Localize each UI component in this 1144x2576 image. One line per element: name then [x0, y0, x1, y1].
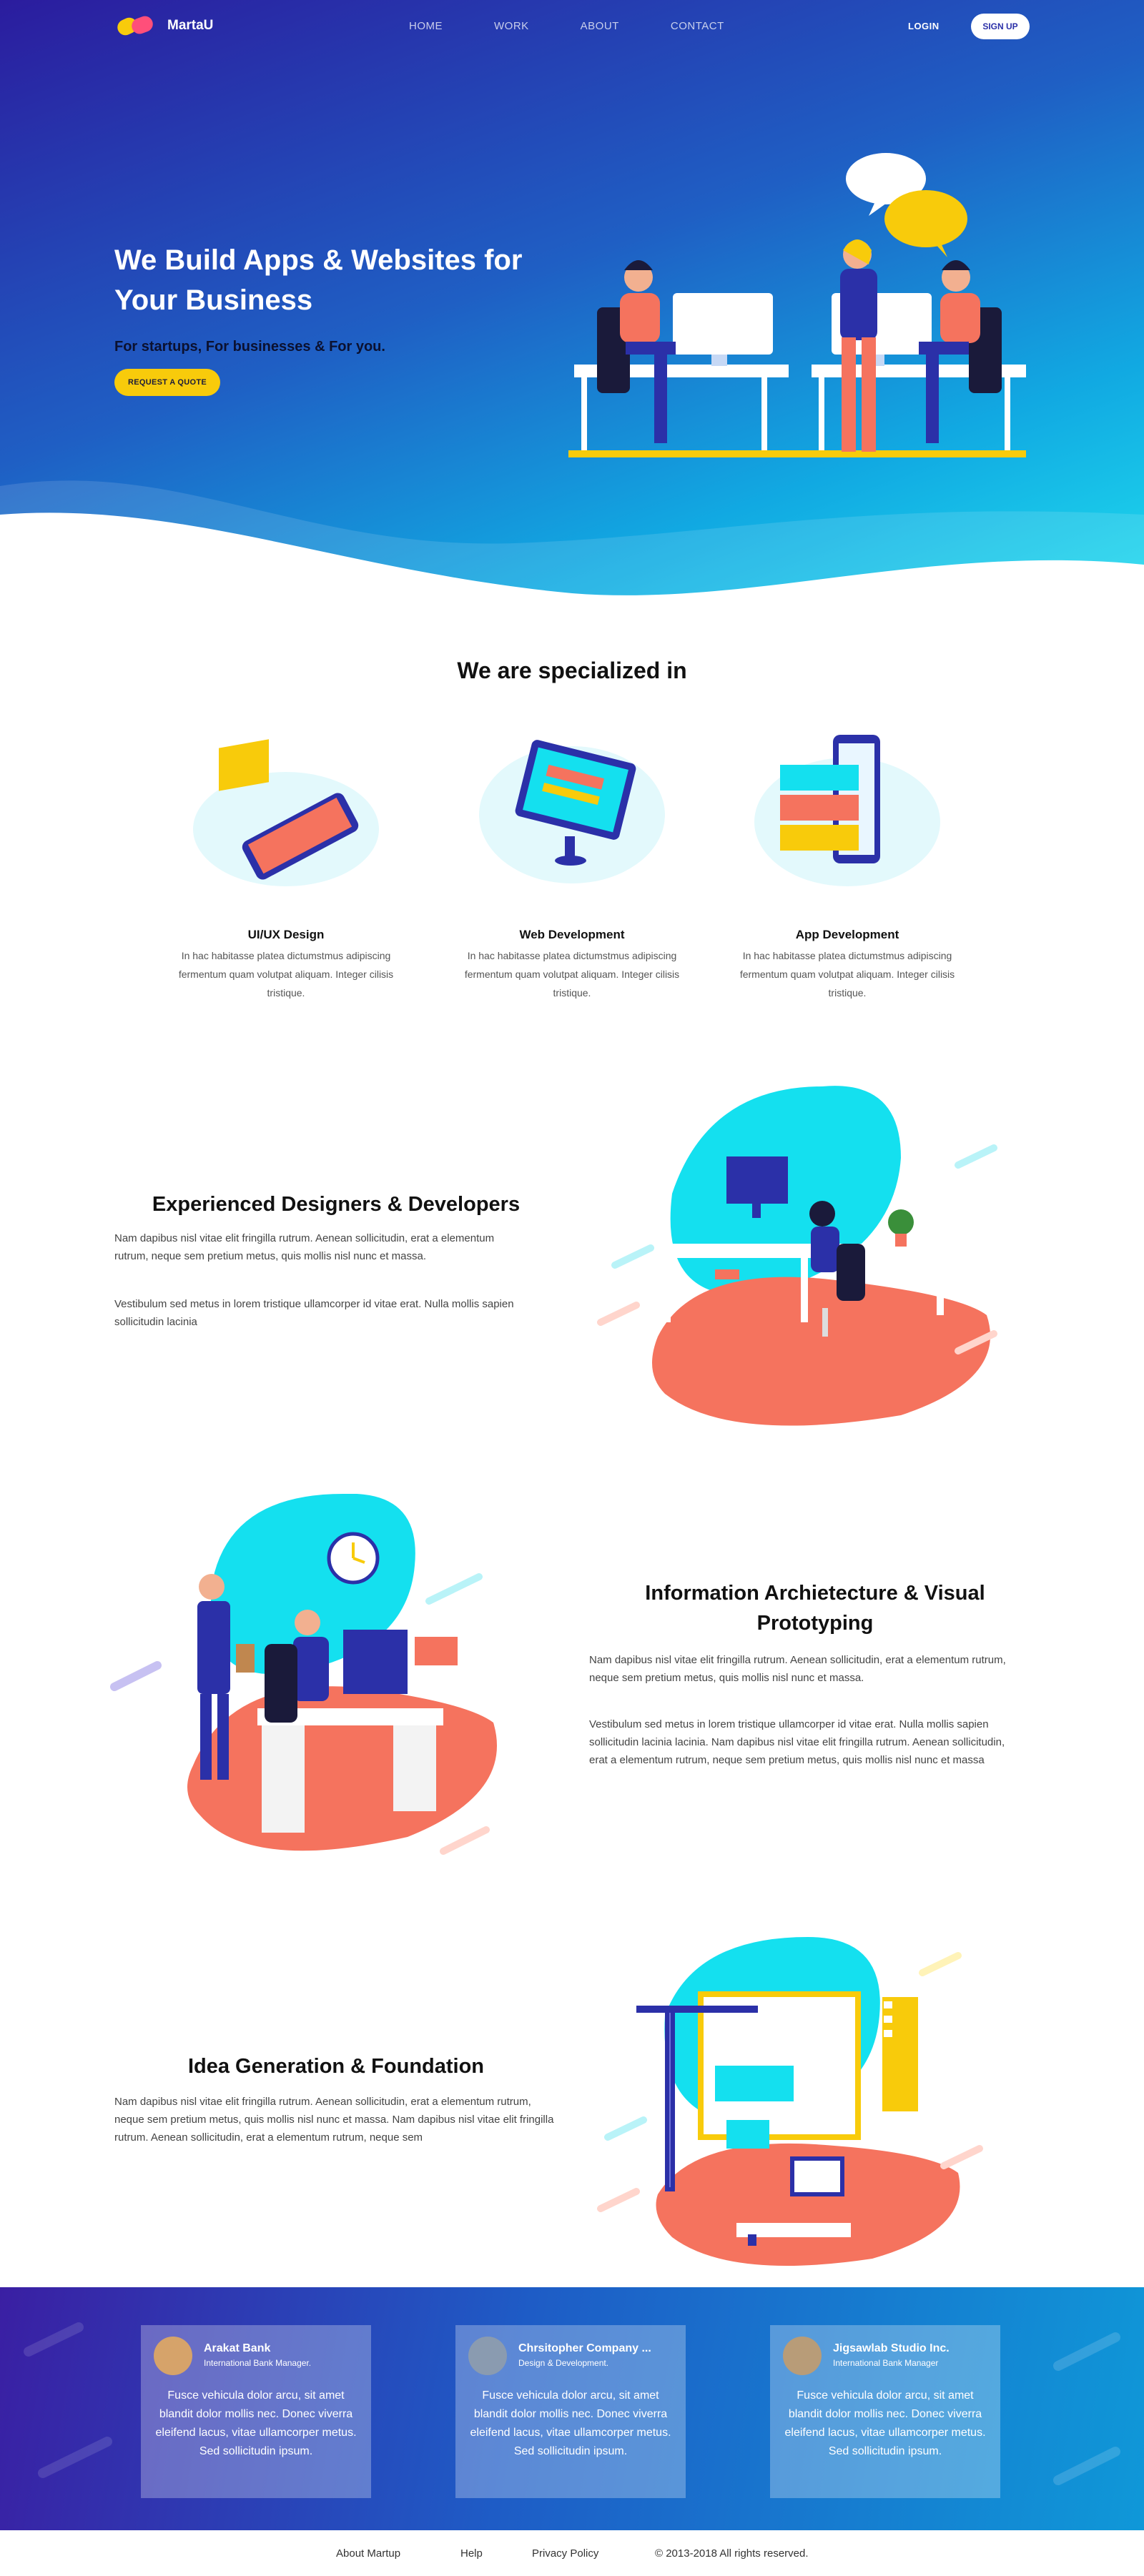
feature-paragraph: Nam dapibus nisl vitae elit fringilla ru… [114, 1232, 495, 1262]
brand-name: MartaU [167, 18, 214, 33]
team-at-desks-illustration [568, 153, 1026, 457]
designer-workspace-illustration [597, 1086, 997, 1426]
testimonials-section: Arakat Bank International Bank Manager. … [0, 2287, 1144, 2530]
footer-link-about[interactable]: About Martup [336, 2547, 400, 2560]
hero-title: We Build Apps & Websites for Your Busine… [114, 244, 523, 316]
service-card-app: App Development In hac habitasse platea … [726, 722, 969, 1001]
feature-title-idea: Idea Generation & Foundation [187, 2055, 485, 2078]
nav-home[interactable]: HOME [409, 20, 443, 32]
specialized-title: We are specialized in [457, 658, 687, 683]
testimonial-name: Chrsitopher Company ... [518, 2342, 651, 2354]
nav-contact[interactable]: CONTACT [671, 20, 724, 32]
service-card-uiux: UI/UX Design In hac habitasse platea dic… [164, 722, 408, 1001]
construction-idea-illustration [597, 1937, 983, 2266]
hero-section: MartaU HOME WORK ABOUT CONTACT LOGIN SIG… [0, 0, 1144, 622]
service-card-web: Web Development In hac habitasse platea … [450, 722, 694, 1001]
testimonial-text: Fusce vehicula dolor arcu, sit amet blan… [784, 2389, 986, 2457]
avatar [154, 2337, 192, 2375]
feature-title-architecture: Information Archietecture & Visual Proto… [645, 1582, 985, 1635]
testimonial-name: Jigsawlab Studio Inc. [833, 2342, 950, 2354]
testimonial-text: Fusce vehicula dolor arcu, sit amet blan… [155, 2389, 357, 2457]
footer-link-help[interactable]: Help [460, 2547, 483, 2560]
signup-button[interactable]: SIGN UP [971, 14, 1030, 39]
feature-paragraph: Vestibulum sed metus in lorem tristique … [114, 1298, 514, 1328]
request-quote-button[interactable]: REQUEST A QUOTE [114, 369, 220, 396]
feature-paragraph: Vestibulum sed metus in lorem tristique … [589, 1718, 1005, 1766]
testimonial-card: Arakat Bank International Bank Manager. … [141, 2325, 371, 2498]
testimonial-card: Chrsitopher Company ... Design & Develop… [455, 2325, 686, 2498]
testimonial-role: International Bank Manager [833, 2358, 939, 2368]
service-title: UI/UX Design [247, 928, 325, 941]
login-link[interactable]: LOGIN [908, 21, 940, 31]
nav-about[interactable]: ABOUT [581, 20, 619, 32]
testimonial-text: Fusce vehicula dolor arcu, sit amet blan… [470, 2389, 671, 2457]
mobile-design-icon [193, 739, 379, 886]
service-description: In hac habitasse platea dictumstmus adip… [464, 950, 680, 999]
avatar [783, 2337, 822, 2375]
feature-paragraph: Nam dapibus nisl vitae elit fringilla ru… [589, 1654, 1006, 1684]
hero-subtitle: For startups, For businesses & For you. [114, 339, 385, 355]
testimonial-name: Arakat Bank [204, 2342, 271, 2354]
main-menu: HOME WORK ABOUT CONTACT [409, 20, 776, 32]
testimonial-role: International Bank Manager. [204, 2358, 312, 2368]
service-description: In hac habitasse platea dictumstmus adip… [739, 950, 955, 999]
phone-app-icon [754, 735, 940, 886]
feature-paragraph: Nam dapibus nisl vitae elit fringilla ru… [114, 2096, 554, 2144]
service-title: Web Development [519, 928, 625, 941]
manager-office-illustration [110, 1494, 497, 1855]
service-description: In hac habitasse platea dictumstmus adip… [178, 950, 394, 999]
testimonial-card: Jigsawlab Studio Inc. International Bank… [770, 2325, 1000, 2498]
testimonial-role: Design & Development. [518, 2358, 609, 2368]
footer: About Martup Help Privacy Policy © 2013-… [0, 2530, 1144, 2576]
logo-icon [117, 16, 153, 36]
service-title: App Development [795, 928, 899, 941]
avatar [468, 2337, 507, 2375]
copyright-text: © 2013-2018 All rights reserved. [655, 2547, 809, 2560]
monitor-icon [479, 740, 665, 883]
top-nav: MartaU HOME WORK ABOUT CONTACT LOGIN SIG… [0, 0, 1144, 54]
logo[interactable]: MartaU [114, 13, 213, 39]
feature-title-designers: Experienced Designers & Developers [152, 1193, 521, 1216]
nav-work[interactable]: WORK [494, 20, 529, 32]
footer-link-privacy[interactable]: Privacy Policy [532, 2547, 598, 2560]
